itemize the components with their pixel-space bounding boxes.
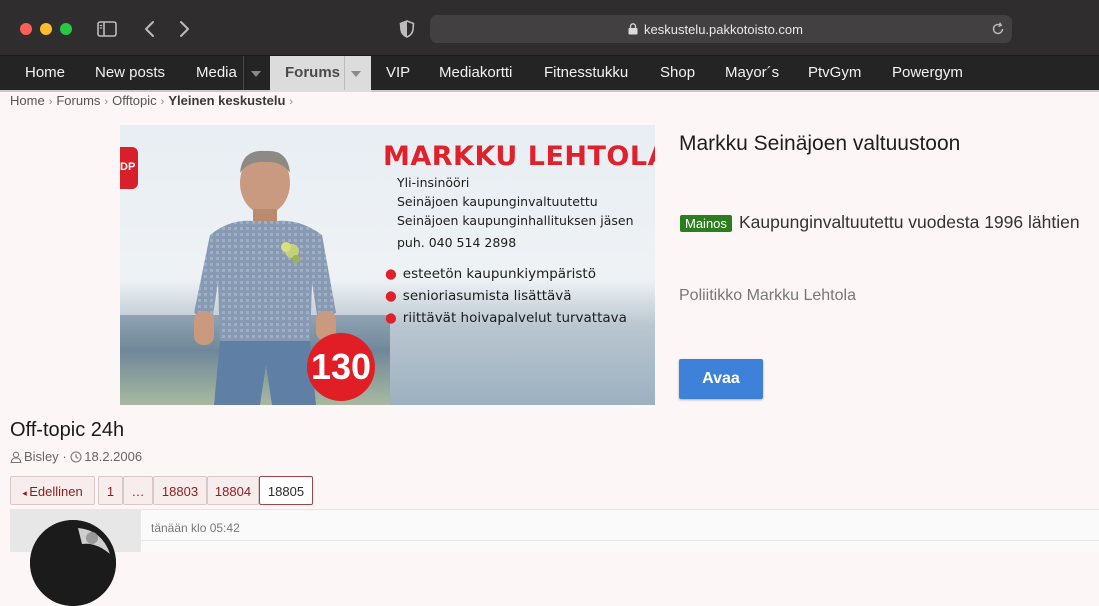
pagination-page-1[interactable]: 1 bbox=[98, 476, 123, 505]
nav-item-forums[interactable]: Forums bbox=[285, 56, 340, 90]
ad-image-line: Yli-insinööri bbox=[397, 175, 470, 190]
pagination-page-18803[interactable]: 18803 bbox=[153, 476, 207, 505]
post-body: tänään klo 05:42 bbox=[141, 509, 1099, 552]
nav-forums-wrapper: Forums bbox=[270, 56, 371, 92]
pagination-ellipsis[interactable]: … bbox=[123, 476, 153, 505]
pagination-previous-label: Edellinen bbox=[29, 484, 83, 499]
post-timestamp[interactable]: tänään klo 05:42 bbox=[151, 521, 240, 535]
window-minimize-button[interactable] bbox=[40, 23, 52, 35]
breadcrumb: Home › Forums › Offtopic › Yleinen keskustelu › bbox=[10, 93, 297, 108]
window-zoom-button[interactable] bbox=[60, 23, 72, 35]
ad-image-bullet: ● riittävät hoivapalvelut turvattava bbox=[385, 310, 627, 326]
ad-image-line: Seinäjoen kaupunginvaltuutettu bbox=[397, 194, 598, 209]
avatar-image bbox=[30, 520, 116, 606]
ad-image-phone: puh. 040 514 2898 bbox=[397, 235, 517, 250]
back-arrow-icon[interactable] bbox=[138, 17, 162, 41]
nav-item-shop[interactable]: Shop bbox=[660, 56, 695, 90]
ad-image-bullet: ● esteetön kaupunkiympäristö bbox=[385, 266, 596, 282]
ad-title[interactable]: Markku Seinäjoen valtuustoon bbox=[679, 132, 960, 156]
ad-advertiser: Poliitikko Markku Lehtola bbox=[679, 287, 856, 304]
breadcrumb-forums[interactable]: Forums bbox=[56, 93, 100, 108]
ad-label-badge: Mainos bbox=[680, 215, 732, 232]
browser-titlebar: keskustelu.pakkotoisto.com bbox=[0, 0, 1099, 56]
ad-image-candidate-name: MARKKU LEHTOLA bbox=[383, 141, 655, 172]
nav-item-home[interactable]: Home bbox=[25, 56, 65, 90]
ad-image[interactable]: DP 130 MARKKU LEHTOLA Yli-insinööri Sein… bbox=[120, 125, 655, 405]
post-user-column bbox=[10, 509, 141, 606]
forums-dropdown-caret-icon[interactable] bbox=[351, 71, 361, 77]
ad-image-bullet-text: senioriasumista lisättävä bbox=[402, 288, 572, 304]
thread-author[interactable]: Bisley bbox=[24, 449, 59, 464]
party-flag: DP bbox=[120, 147, 138, 189]
ad-copy: Markku Seinäjoen valtuustoon Mainos Kaup… bbox=[679, 118, 1099, 408]
reload-icon[interactable] bbox=[990, 21, 1006, 37]
breadcrumb-home[interactable]: Home bbox=[10, 93, 45, 108]
nav-item-media[interactable]: Media bbox=[196, 56, 237, 90]
nav-item-ptvgym[interactable]: PtvGym bbox=[808, 56, 861, 90]
nav-separator bbox=[243, 56, 244, 90]
candidate-number-badge: 130 bbox=[307, 333, 375, 401]
ad-image-bullet-text: esteetön kaupunkiympäristö bbox=[402, 266, 596, 282]
pagination-page-18805-current[interactable]: 18805 bbox=[259, 476, 313, 505]
post-divider bbox=[141, 540, 1099, 541]
party-badge-text: DP bbox=[120, 161, 136, 173]
ad-description: Kaupunginvaltuutettu vuodesta 1996 lähti… bbox=[739, 212, 1080, 232]
site-navigation: Home New posts Media Forums VIP Mediakor… bbox=[0, 56, 1099, 92]
nav-item-vip[interactable]: VIP bbox=[386, 56, 410, 90]
nav-item-powergym[interactable]: Powergym bbox=[892, 56, 963, 90]
thread-meta: Bisley · 18.2.2006 bbox=[10, 449, 142, 464]
breadcrumb-chevron-icon: › bbox=[289, 96, 294, 108]
address-bar[interactable]: keskustelu.pakkotoisto.com bbox=[430, 15, 1012, 43]
ad-image-bullet: ● senioriasumista lisättävä bbox=[385, 288, 572, 304]
bullet-dot-icon: ● bbox=[385, 288, 397, 304]
window-close-button[interactable] bbox=[20, 23, 32, 35]
meta-separator: · bbox=[62, 449, 71, 464]
avatar[interactable] bbox=[30, 520, 116, 606]
thread-start-date[interactable]: 18.2.2006 bbox=[84, 449, 142, 464]
clock-icon bbox=[70, 451, 82, 463]
bullet-dot-icon: ● bbox=[385, 310, 397, 326]
ad-image-bullet-text: riittävät hoivapalvelut turvattava bbox=[402, 310, 627, 326]
forward-arrow-icon[interactable] bbox=[172, 17, 196, 41]
lock-icon bbox=[628, 23, 638, 35]
pagination-page-18804[interactable]: 18804 bbox=[207, 476, 259, 505]
nav-separator bbox=[344, 56, 345, 90]
sidebar-toggle-icon[interactable] bbox=[95, 17, 119, 41]
ad-open-button[interactable]: Avaa bbox=[679, 359, 763, 399]
nav-item-mediakortti[interactable]: Mediakortti bbox=[439, 56, 512, 90]
advertisement: DP 130 MARKKU LEHTOLA Yli-insinööri Sein… bbox=[0, 118, 1099, 408]
pagination-previous-button[interactable]: ◂ Edellinen bbox=[10, 476, 95, 505]
media-dropdown-caret-icon[interactable] bbox=[251, 71, 261, 77]
breadcrumb-chevron-icon: › bbox=[104, 96, 109, 108]
nav-item-mayors[interactable]: Mayor´s bbox=[725, 56, 779, 90]
bullet-dot-icon: ● bbox=[385, 266, 397, 282]
url-text: keskustelu.pakkotoisto.com bbox=[644, 22, 803, 37]
nav-item-new-posts[interactable]: New posts bbox=[95, 56, 165, 90]
privacy-shield-icon[interactable] bbox=[395, 17, 419, 41]
nav-item-fitnesstukku[interactable]: Fitnesstukku bbox=[544, 56, 628, 90]
thread-title: Off-topic 24h bbox=[10, 419, 125, 441]
breadcrumb-yleinen-keskustelu[interactable]: Yleinen keskustelu bbox=[168, 93, 285, 108]
breadcrumb-chevron-icon: › bbox=[48, 96, 53, 108]
ad-image-line: Seinäjoen kaupunginhallituksen jäsen bbox=[397, 213, 634, 228]
user-icon bbox=[10, 451, 22, 463]
breadcrumb-chevron-icon: › bbox=[160, 96, 165, 108]
breadcrumb-offtopic[interactable]: Offtopic bbox=[112, 93, 157, 108]
